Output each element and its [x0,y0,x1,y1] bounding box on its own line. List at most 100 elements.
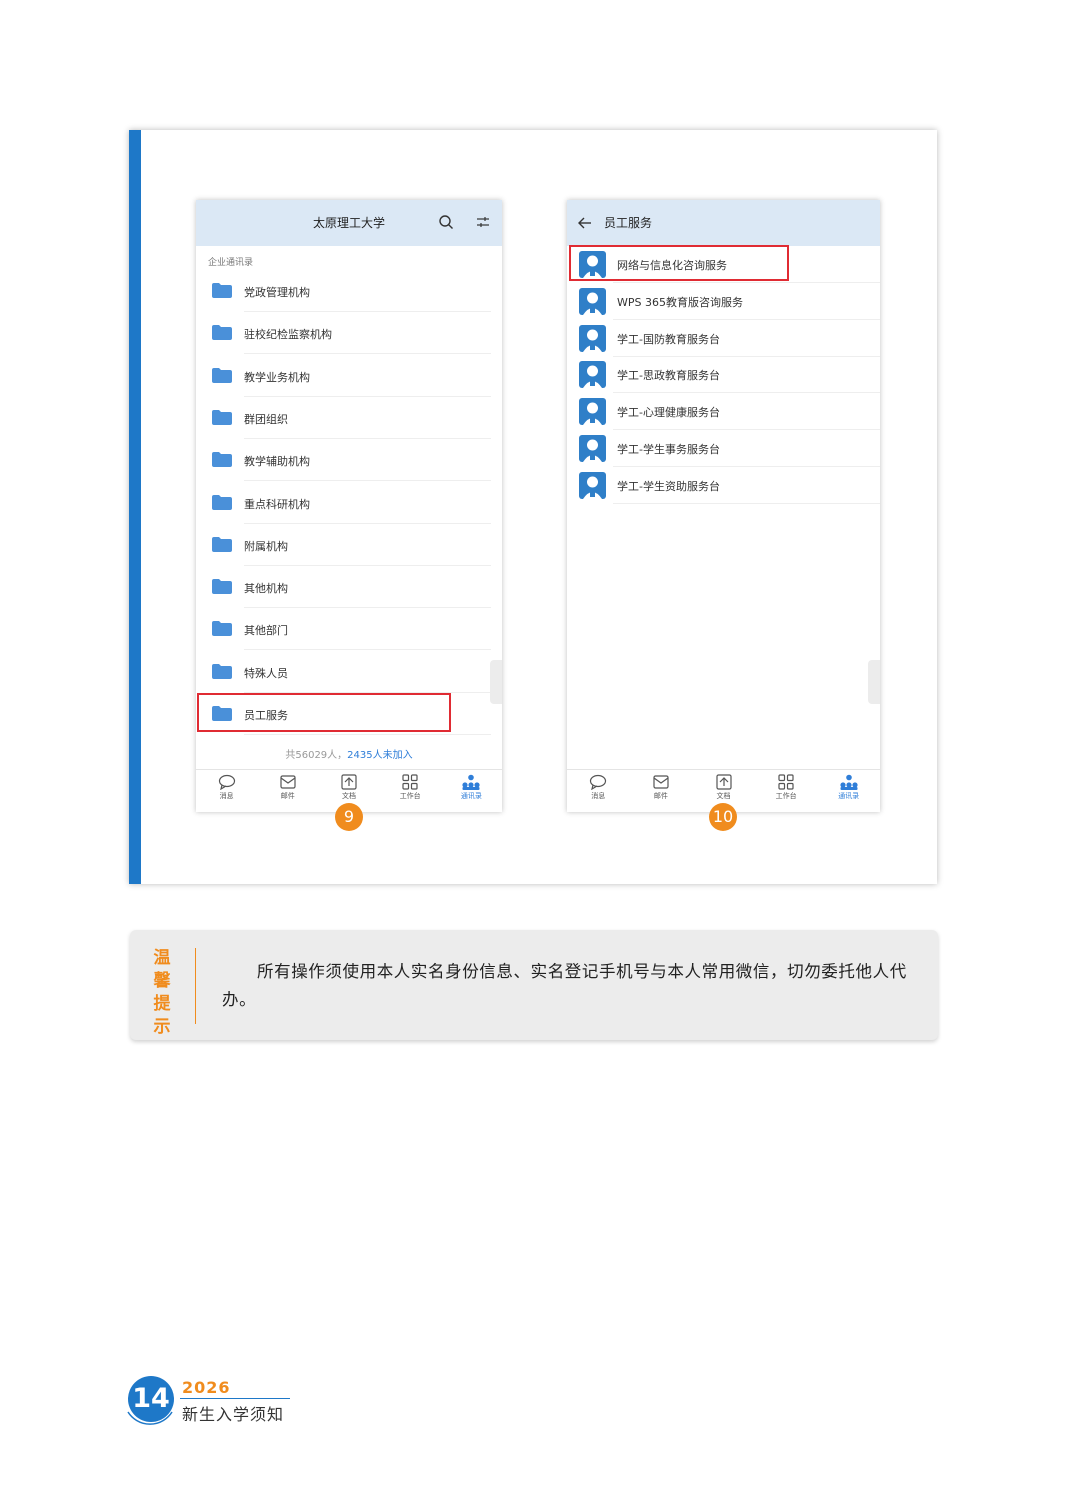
folder-icon [212,325,232,341]
tip-divider [195,948,196,1024]
contact-label: 学工-学生资助服务台 [617,479,720,493]
avatar [579,287,606,315]
folder-item[interactable]: 党政管理机构 [196,270,491,312]
avatar [579,435,606,462]
folder-item[interactable]: 教学业务机构 [196,355,491,397]
tab-workbench[interactable]: 工作台 [766,774,806,801]
tab-documents[interactable]: 文档 [329,774,369,801]
tab-documents[interactable]: 文档 [704,774,744,801]
footer-year: 2026 [182,1378,231,1397]
tip-text: 所有操作须使用本人实名身份信息、实名登记手机号与本人常用微信，切勿委托他人代办。 [222,962,907,1009]
folder-label: 党政管理机构 [244,286,310,299]
contacts-icon [829,774,869,790]
tip-box: 温馨提示 所有操作须使用本人实名身份信息、实名登记手机号与本人常用微信，切勿委托… [130,930,938,1040]
row-divider [613,502,880,504]
member-count: 共56029人，2435人未加入 [196,746,502,761]
folder-label: 附属机构 [244,539,288,553]
footer-title: 新生入学须知 [182,1405,285,1424]
message-icon [578,774,618,790]
contact-item[interactable]: 学工-国防教育服务台 [567,320,880,357]
folder-item[interactable]: 其他部门 [196,608,491,651]
contact-label: 学工-思政教育服务台 [617,369,720,383]
folder-label: 其他机构 [244,582,288,596]
contact-item[interactable]: 学工-学生资助服务台 [567,467,880,504]
back-arrow-icon[interactable] [577,215,593,234]
tab-mail[interactable]: 邮件 [641,774,681,801]
tab-label: 通讯录 [460,792,482,800]
folder-label: 驻校纪检监察机构 [244,328,332,342]
folder-icon [212,283,232,298]
folder-label: 群团组织 [244,412,288,426]
left-header-title: 太原理工大学 [312,216,385,230]
tab-label: 文档 [342,792,356,800]
folder-label: 其他部门 [244,624,288,638]
filter-icon[interactable] [475,214,491,234]
contacts-icon [451,774,491,790]
tip-label: 温馨提示 [153,948,171,1037]
tab-contacts[interactable]: 通讯录 [451,774,491,801]
folder-label: 重点科研机构 [244,497,310,511]
tab-contacts[interactable]: 通讯录 [829,774,869,801]
folder-item[interactable]: 教学辅助机构 [196,439,491,482]
folder-icon [212,536,232,552]
right-phone-screenshot: 员工服务 网络与信息化咨询服务 WPS 365教育版咨询服务 学工-国防教育服务台学… [567,200,880,831]
contact-label: 学工-国防教育服务台 [617,332,720,346]
workbench-icon [766,774,806,790]
folder-icon [212,579,232,595]
folder-label: 特殊人员 [244,666,288,680]
contact-item[interactable]: 学工-心理健康服务台 [567,393,880,431]
message-icon [207,774,247,790]
folder-icon [212,494,232,510]
tab-mail[interactable]: 邮件 [268,774,308,801]
folder-item[interactable]: 其他机构 [196,566,491,609]
section-label: 企业通讯录 [208,258,254,268]
footer-divider [180,1398,290,1399]
scroll-handle[interactable] [868,660,880,704]
step-badge: 10 [709,803,737,831]
folder-item[interactable]: 特殊人员 [196,651,491,693]
right-header-title: 员工服务 [604,216,653,230]
mail-icon [641,774,681,790]
folder-item[interactable]: 群团组织 [196,397,491,439]
row-divider [244,734,491,735]
tab-label: 文档 [716,792,731,800]
document-icon [704,774,744,790]
tab-messages[interactable]: 消息 [207,774,247,801]
contact-item[interactable]: 学工-思政教育服务台 [567,356,880,394]
tab-messages[interactable]: 消息 [578,774,618,801]
tab-label: 消息 [219,792,234,800]
tab-label: 通讯录 [838,792,860,800]
right-phone-header: 员工服务 [567,200,880,246]
folder-icon [212,367,232,383]
avatar [579,361,606,389]
avatar [579,471,606,499]
highlight-box-network-service [569,245,789,281]
mail-icon [268,774,308,790]
tab-label: 邮件 [653,792,668,800]
search-icon[interactable] [438,214,454,234]
avatar [579,398,606,426]
tab-workbench[interactable]: 工作台 [390,774,430,801]
tab-label: 邮件 [280,792,295,800]
contact-item[interactable]: 学工-学生事务服务台 [567,430,880,467]
folder-icon [212,409,232,425]
folder-icon [212,663,232,679]
folder-item[interactable]: 重点科研机构 [196,482,491,524]
card-accent-bar [129,130,141,884]
contact-item[interactable]: WPS 365教育版咨询服务 [567,283,880,320]
folder-item[interactable]: 附属机构 [196,524,491,566]
scroll-handle[interactable] [490,660,502,704]
step-badge: 9 [335,803,363,831]
tab-label: 工作台 [775,792,797,800]
folder-label: 教学辅助机构 [244,455,310,469]
folder-item[interactable]: 驻校纪检监察机构 [196,312,491,355]
folder-icon [212,621,232,637]
left-phone-screenshot: 太原理工大学 企业通讯录 党政管理机构驻校纪检监察机构教学业务机构群团组织教学辅… [196,200,502,831]
member-count-not-joined[interactable]: 2435人未加入 [347,750,412,761]
tab-label: 工作台 [399,792,421,800]
left-phone-header: 太原理工大学 [196,200,502,246]
tab-label: 消息 [591,792,606,800]
contact-label: 学工-学生事务服务台 [617,443,720,456]
member-count-total: 共56029人， [285,750,348,761]
contact-label: 学工-心理健康服务台 [617,406,720,420]
